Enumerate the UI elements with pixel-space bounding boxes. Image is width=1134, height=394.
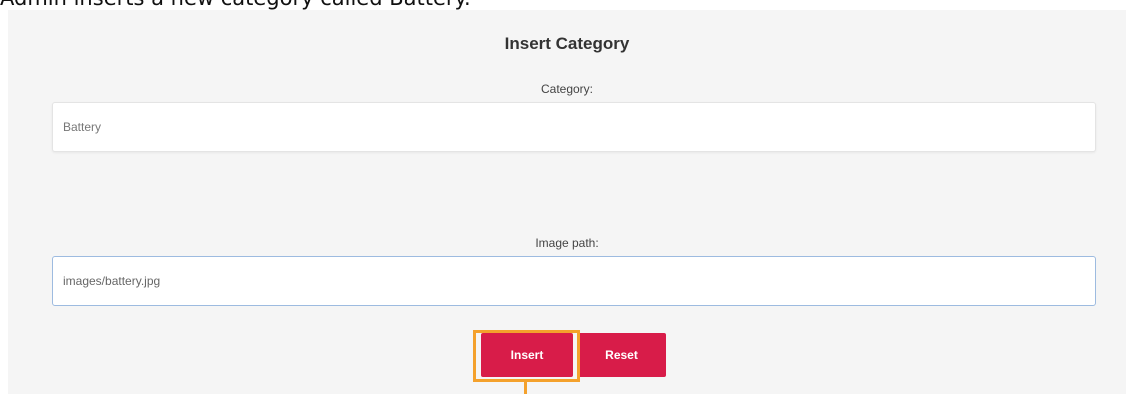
form-title: Insert Category [504,34,630,53]
image-path-input[interactable] [52,256,1096,306]
insert-category-form: Insert Category Category: Image path: In… [8,10,1126,394]
reset-button[interactable]: Reset [577,333,666,377]
caption-text: Admin inserts a new category called Batt… [0,0,471,10]
category-input[interactable] [52,102,1096,152]
insert-button[interactable]: Insert [481,333,573,377]
image-path-label: Image path: [535,236,599,250]
insert-highlight-pointer [524,382,527,394]
category-label: Category: [540,82,594,96]
